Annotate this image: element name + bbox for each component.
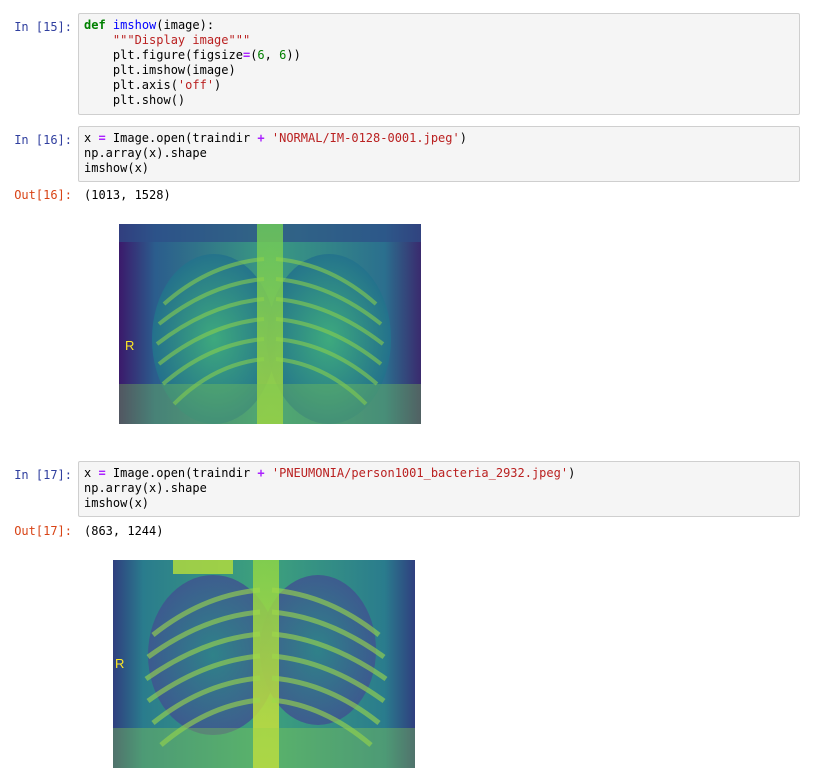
code-token: x xyxy=(84,466,99,480)
code-token: = xyxy=(98,466,106,480)
code-line: x = Image.open(traindir + 'NORMAL/IM-012… xyxy=(84,131,794,146)
code-token: plt.axis( xyxy=(84,78,178,92)
code-line: x = Image.open(traindir + 'PNEUMONIA/per… xyxy=(84,466,794,481)
output-prompt: Out[16]: xyxy=(14,188,72,202)
code-block[interactable]: x = Image.open(traindir + 'NORMAL/IM-012… xyxy=(79,127,799,180)
code-token: , xyxy=(264,48,280,62)
code-token: np.array(x).shape xyxy=(84,146,207,160)
code-line: def imshow(image): xyxy=(84,18,794,33)
code-token: )) xyxy=(286,48,301,62)
code-line: """Display image""" xyxy=(84,33,794,48)
output-text: (1013, 1528) xyxy=(84,188,171,202)
xray-figure: R xyxy=(113,560,415,768)
code-token: ) xyxy=(459,131,467,145)
input-prompt: In [17]: xyxy=(14,468,72,482)
code-token: np.array(x).shape xyxy=(84,481,207,495)
output-prompt: Out[17]: xyxy=(14,524,72,538)
code-token: imshow xyxy=(112,18,157,32)
code-line: plt.show() xyxy=(84,93,794,108)
code-token: (image): xyxy=(156,18,215,32)
code-token: x xyxy=(84,131,99,145)
code-token: ) xyxy=(214,78,222,92)
code-line: imshow(x) xyxy=(84,161,794,176)
side-marker: R xyxy=(115,656,124,671)
output-text: (863, 1244) xyxy=(84,524,164,538)
code-token: 'off' xyxy=(177,78,215,92)
code-token: imshow(x) xyxy=(84,496,150,510)
code-token: """Display image""" xyxy=(112,33,251,47)
code-line: plt.figure(figsize=(6, 6)) xyxy=(84,48,794,63)
code-block[interactable]: def imshow(image): """Display image""" p… xyxy=(79,14,799,112)
code-token: Image.open(traindir xyxy=(105,466,258,480)
code-token: + xyxy=(257,466,265,480)
code-token: plt.figure(figsize xyxy=(84,48,243,62)
code-block[interactable]: x = Image.open(traindir + 'PNEUMONIA/per… xyxy=(79,462,799,515)
input-prompt: In [16]: xyxy=(14,133,72,147)
input-prompt: In [15]: xyxy=(14,20,72,34)
code-token: 'NORMAL/IM-0128-0001.jpeg' xyxy=(271,131,460,145)
code-line: np.array(x).shape xyxy=(84,481,794,496)
code-token: 'PNEUMONIA/person1001_bacteria_2932.jpeg… xyxy=(271,466,569,480)
code-token: = xyxy=(98,131,106,145)
code-line: plt.imshow(image) xyxy=(84,63,794,78)
code-line: plt.axis('off') xyxy=(84,78,794,93)
code-token: plt.imshow(image) xyxy=(84,63,236,77)
code-token: ) xyxy=(568,466,576,480)
code-token: Image.open(traindir xyxy=(105,131,258,145)
side-marker: R xyxy=(125,338,134,353)
code-line: np.array(x).shape xyxy=(84,146,794,161)
code-token: + xyxy=(257,131,265,145)
xray-image-pneumonia: R xyxy=(113,560,415,768)
code-editor[interactable]: x = Image.open(traindir + 'PNEUMONIA/per… xyxy=(78,461,800,517)
xray-figure: R xyxy=(119,224,421,424)
code-editor[interactable]: x = Image.open(traindir + 'NORMAL/IM-012… xyxy=(78,126,800,182)
code-token: 6 xyxy=(257,48,265,62)
code-editor[interactable]: def imshow(image): """Display image""" p… xyxy=(78,13,800,115)
xray-image-normal: R xyxy=(119,224,421,424)
code-line: imshow(x) xyxy=(84,496,794,511)
code-token: plt.show() xyxy=(84,93,186,107)
code-token: imshow(x) xyxy=(84,161,150,175)
code-token: def xyxy=(84,18,106,32)
